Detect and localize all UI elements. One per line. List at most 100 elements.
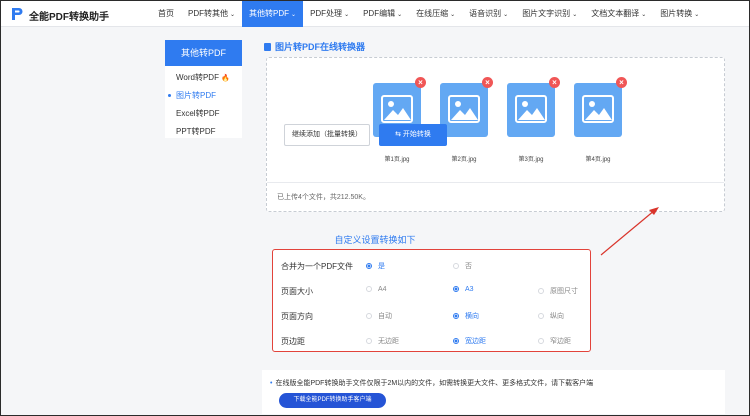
radio-option-label: 宽边距 [465, 338, 486, 345]
uploaded-file[interactable]: × 第4页.jpg [574, 77, 627, 163]
uploaded-file[interactable]: × 第2页.jpg [440, 77, 493, 163]
nav-item-7[interactable]: 图片文字识别 ⌄ [515, 1, 584, 27]
nav-item-5[interactable]: 在线压缩 ⌄ [409, 1, 462, 27]
sidebar-item-0[interactable]: Word转PDF 🔥 [165, 69, 242, 87]
radio-option[interactable]: 原图尺寸 [538, 286, 578, 296]
start-convert-button[interactable]: ⇆ 开始转换 [379, 124, 447, 146]
settings-row-2: 页面方向 自动 横向 纵向 [273, 304, 590, 329]
file-name: 第1页.jpg [384, 157, 410, 163]
hot-fire-icon: 🔥 [220, 75, 230, 82]
notice-text: • 在线版全能PDF转换助手文件仅限于2M以内的文件，如需转换更大文件、更多格式文… [270, 378, 593, 388]
sidebar-title: 其他转PDF [165, 40, 242, 66]
radio-option[interactable]: 纵向 [538, 311, 564, 321]
radio-option[interactable]: 是 [366, 261, 385, 271]
chevron-down-icon: ⌄ [503, 12, 509, 18]
conversion-settings-panel: 合并为一个PDF文件 是 否页面大小 A4 A3 原图尺寸 页面方向 自动 横向 纵向 页边距 无边距… [272, 249, 591, 352]
radio-option-label: 窄边距 [550, 338, 571, 345]
nav-item-2[interactable]: 其他转PDF ⌄ [242, 1, 304, 27]
download-client-button[interactable]: 下载全能PDF转换助手客户端 [279, 393, 386, 408]
delete-icon[interactable]: × [482, 77, 493, 88]
sidebar-item-label: Excel转PDF [176, 109, 220, 118]
radio-option[interactable]: A4 [366, 286, 387, 293]
logo-icon [12, 8, 23, 20]
chevron-down-icon: ⌄ [641, 12, 647, 18]
image-file-icon: × [507, 77, 560, 137]
nav-item-9[interactable]: 图片转换 ⌄ [653, 1, 706, 27]
notice-message: 在线版全能PDF转换助手文件仅限于2M以内的文件，如需转换更大文件、更多格式文件… [275, 380, 594, 387]
nav-label: 图片文字识别 [522, 9, 571, 18]
sidebar-item-label: PPT转PDF [176, 127, 216, 136]
nav-label: 在线压缩 [416, 9, 449, 18]
page-title: 图片转PDF在线转换器 [264, 40, 365, 53]
nav-item-4[interactable]: PDF编辑 ⌄ [356, 1, 409, 27]
chevron-down-icon: ⌄ [450, 12, 456, 18]
settings-title: 自定义设置转换如下 [334, 235, 416, 245]
picture-glyph-icon [582, 95, 614, 123]
radio-option-label: 自动 [378, 313, 392, 320]
radio-option[interactable]: 窄边距 [538, 336, 571, 346]
chevron-down-icon: ⌄ [344, 12, 350, 18]
sidebar: 其他转PDF Word转PDF 🔥 图片转PDF Excel转PDF PPT转PDF [165, 40, 242, 138]
nav-item-0[interactable]: 首页 [151, 1, 181, 27]
sidebar-item-1[interactable]: 图片转PDF [165, 87, 242, 105]
file-name: 第2页.jpg [451, 157, 477, 163]
settings-row-label: 页面大小 [281, 287, 313, 296]
main-nav: 首页 PDF转其他 ⌄ 其他转PDF ⌄ PDF处理 ⌄ PDF编辑 ⌄ 在线压缩 ⌄ 语音识别 ⌄ 图片… [151, 1, 706, 27]
radio-option[interactable]: 自动 [366, 311, 392, 321]
sidebar-item-2[interactable]: Excel转PDF [165, 105, 242, 123]
uploaded-file[interactable]: × 第3页.jpg [507, 77, 560, 163]
nav-item-8[interactable]: 文档文本翻译 ⌄ [584, 1, 653, 27]
radio-button-icon [453, 313, 459, 319]
nav-item-3[interactable]: PDF处理 ⌄ [303, 1, 356, 27]
nav-label: 其他转PDF [249, 9, 290, 18]
radio-button-icon [366, 338, 372, 344]
nav-label: PDF编辑 [363, 9, 396, 18]
chevron-down-icon: ⌄ [694, 12, 700, 18]
nav-label: PDF处理 [310, 9, 343, 18]
radio-option-label: 无边距 [378, 338, 399, 345]
radio-option-label: 纵向 [550, 313, 564, 320]
nav-label: 文档文本翻译 [591, 9, 640, 18]
nav-label: 图片转换 [660, 9, 693, 18]
page-title-text: 图片转PDF在线转换器 [275, 42, 366, 52]
radio-option-label: A4 [378, 286, 387, 293]
radio-option[interactable]: 宽边距 [453, 336, 486, 346]
delete-icon[interactable]: × [415, 77, 426, 88]
delete-icon[interactable]: × [616, 77, 627, 88]
radio-button-icon [366, 286, 372, 292]
settings-row-0: 合并为一个PDF文件 是 否 [273, 254, 590, 279]
top-navigation-bar: 全能PDF转换助手 首页 PDF转其他 ⌄ 其他转PDF ⌄ PDF处理 ⌄ PDF编辑 ⌄ 在线… [1, 1, 749, 27]
active-dot-icon [168, 94, 171, 97]
radio-button-icon [538, 313, 544, 319]
add-more-files-button[interactable]: 继续添加（批量转换） [284, 124, 370, 146]
nav-item-1[interactable]: PDF转其他 ⌄ [181, 1, 242, 27]
chevron-down-icon: ⌄ [572, 12, 578, 18]
sidebar-item-3[interactable]: PPT转PDF [165, 123, 242, 141]
settings-row-1: 页面大小 A4 A3 原图尺寸 [273, 279, 590, 304]
radio-option[interactable]: 横向 [453, 311, 479, 321]
radio-button-icon [538, 288, 544, 294]
picture-glyph-icon [448, 95, 480, 123]
upload-footer: 已上传4个文件，共212.50K。 [267, 182, 724, 211]
brand-name[interactable]: 全能PDF转换助手 [29, 8, 109, 23]
radio-option[interactable]: 无边距 [366, 336, 399, 346]
title-marker-icon [264, 43, 271, 51]
radio-option-label: 横向 [465, 313, 479, 320]
picture-glyph-icon [515, 95, 547, 123]
nav-item-6[interactable]: 语音识别 ⌄ [462, 1, 515, 27]
chevron-down-icon: ⌄ [230, 12, 236, 18]
uploaded-file[interactable]: × 第1页.jpg [373, 77, 426, 163]
radio-button-icon [453, 338, 459, 344]
file-name: 第4页.jpg [585, 157, 611, 163]
radio-option[interactable]: A3 [453, 286, 474, 293]
radio-option[interactable]: 否 [453, 261, 472, 271]
file-name: 第3页.jpg [518, 157, 544, 163]
settings-row-label: 合并为一个PDF文件 [281, 262, 353, 271]
settings-row-label: 页边距 [281, 337, 305, 346]
image-file-icon: × [440, 77, 493, 137]
upload-summary: 已上传4个文件，共212.50K。 [277, 194, 370, 201]
delete-icon[interactable]: × [549, 77, 560, 88]
notice-bullet: • [270, 380, 273, 387]
notice-panel: • 在线版全能PDF转换助手文件仅限于2M以内的文件，如需转换更大文件、更多格式文… [262, 370, 725, 414]
chevron-down-icon: ⌄ [397, 12, 403, 18]
